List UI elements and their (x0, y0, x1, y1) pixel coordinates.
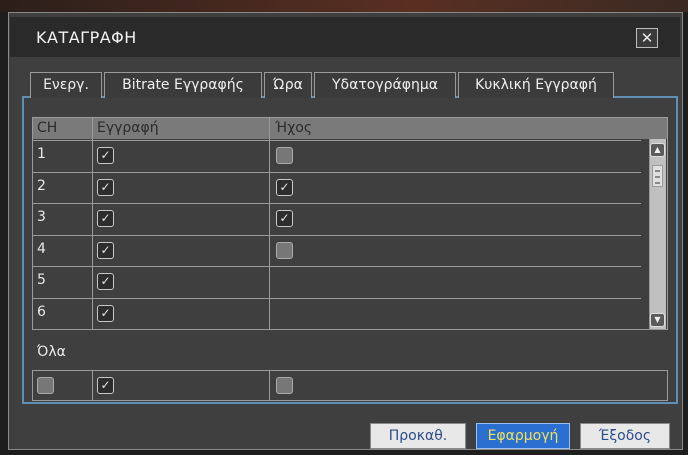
channel-number: 1 (37, 146, 46, 162)
scroll-down-icon[interactable]: ▼ (650, 313, 665, 327)
column-divider (269, 118, 270, 329)
tab-watermark[interactable]: Υδατογράφημα (314, 72, 456, 98)
all-label: Όλα (37, 344, 66, 360)
apply-button[interactable]: Εφαρμογή (476, 423, 570, 449)
audio-checkbox[interactable]: ✓ (276, 210, 293, 227)
defaults-button[interactable]: Προκαθ. (370, 423, 466, 449)
row-divider (33, 266, 641, 267)
close-icon[interactable]: ✕ (636, 28, 658, 48)
record-checkbox[interactable]: ✓ (97, 179, 114, 196)
record-checkbox[interactable]: ✓ (97, 242, 114, 259)
tab-time[interactable]: Ώρα (264, 72, 312, 98)
top-strip (0, 0, 688, 12)
column-header-audio: Ήχος (275, 120, 313, 136)
column-divider (92, 118, 93, 329)
column-header-record: Εγγραφή (97, 120, 159, 136)
scroll-thumb[interactable] (652, 165, 663, 187)
row-divider (33, 298, 641, 299)
channel-number: 3 (37, 209, 46, 225)
tab-enable[interactable]: Ενεργ. (30, 72, 102, 98)
select-all-checkbox[interactable] (37, 377, 54, 394)
audio-checkbox[interactable]: ✓ (276, 179, 293, 196)
channel-number: 6 (37, 304, 46, 320)
all-row (32, 370, 668, 401)
column-divider (269, 371, 270, 400)
tab-cyclic-record[interactable]: Κυκλική Εγγραφή (458, 72, 614, 98)
column-header-ch: CH (37, 120, 58, 136)
dialog-title: ΚΑΤΑΓΡΑΦΗ (36, 28, 137, 47)
channel-number: 2 (37, 178, 46, 194)
channel-number: 5 (37, 272, 46, 288)
tab-bitrate[interactable]: Bitrate Εγγραφής (104, 72, 262, 98)
record-checkbox[interactable]: ✓ (97, 273, 114, 290)
scroll-up-icon[interactable]: ▲ (650, 143, 665, 157)
channel-number: 4 (37, 241, 46, 257)
all-audio-checkbox[interactable] (276, 377, 293, 394)
row-divider (33, 172, 641, 173)
record-checkbox[interactable]: ✓ (97, 147, 114, 164)
record-checkbox[interactable]: ✓ (97, 210, 114, 227)
record-checkbox[interactable]: ✓ (97, 305, 114, 322)
audio-checkbox[interactable] (276, 242, 293, 259)
row-divider (33, 203, 641, 204)
row-divider (33, 140, 641, 141)
column-divider (92, 371, 93, 400)
all-record-checkbox[interactable]: ✓ (97, 377, 114, 394)
exit-button[interactable]: Έξοδος (580, 423, 670, 449)
row-divider (33, 235, 641, 236)
audio-checkbox[interactable] (276, 147, 293, 164)
